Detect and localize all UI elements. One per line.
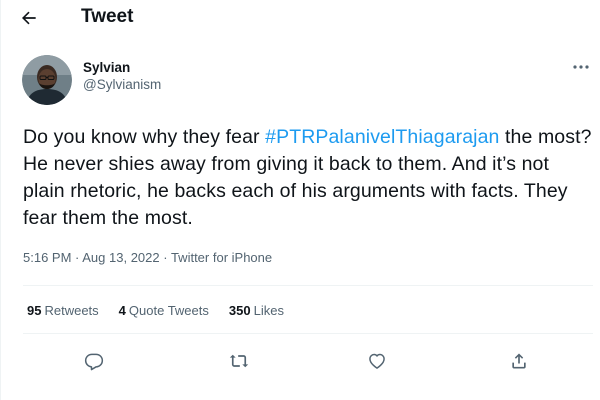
action-bar [1,346,600,376]
retweet-button[interactable] [224,346,254,376]
engagement-stats: 95 Retweets 4 Quote Tweets 350 Likes [27,303,284,318]
retweets-count: 95 [27,303,42,318]
author-block: Sylvian @Sylvianism [83,60,161,93]
tweet-text: Do you know why they fear #PTRPalanivelT… [23,124,593,232]
tweet-text-before: Do you know why they fear [23,126,266,148]
meta-separator: · [71,250,83,265]
meta-separator: · [159,250,171,265]
retweet-icon [229,354,249,368]
page-title: Tweet [81,6,134,27]
likes-stat[interactable]: 350 Likes [229,303,284,318]
avatar[interactable] [22,55,72,105]
arrow-left-icon [22,11,36,25]
reply-button[interactable] [79,346,109,376]
more-dots-icon [573,65,589,69]
like-icon [369,353,385,369]
retweets-label: Retweets [44,303,99,318]
quote-tweets-label: Quote Tweets [128,303,209,318]
top-bar: Tweet [1,0,600,36]
retweets-stat[interactable]: 95 Retweets [27,303,99,318]
tweet-time[interactable]: 5:16 PM [23,250,71,265]
back-button[interactable] [15,4,43,32]
likes-label: Likes [253,303,284,318]
tweet-source[interactable]: Twitter for iPhone [171,250,272,265]
tweet-date[interactable]: Aug 13, 2022 [82,250,159,265]
tweet-metadata: 5:16 PM · Aug 13, 2022 · Twitter for iPh… [23,250,272,265]
share-button[interactable] [504,346,534,376]
author-display-name[interactable]: Sylvian [83,60,161,76]
avatar-photo [22,55,72,105]
reply-icon [84,353,104,371]
author-handle[interactable]: @Sylvianism [83,76,161,93]
more-options-button[interactable] [570,60,592,74]
divider [23,285,593,286]
quote-tweets-stat[interactable]: 4 Quote Tweets [119,303,209,318]
quote-tweets-count: 4 [118,303,126,318]
tweet-page: Tweet Sylvian @Sylvianism Do you know wh… [0,0,600,400]
like-button[interactable] [362,346,392,376]
hashtag-link[interactable]: #PTRPalanivelThiagarajan [265,126,499,148]
share-icon [512,353,526,369]
likes-count: 350 [228,303,251,318]
divider [23,333,593,334]
